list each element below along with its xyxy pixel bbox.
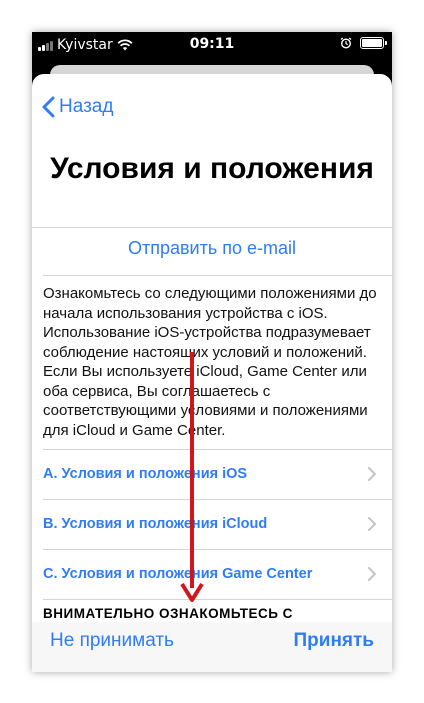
alarm-icon — [340, 37, 352, 49]
send-email-link[interactable]: Отправить по e-mail — [32, 238, 392, 259]
phone-screen: Kyivstar 09:11 Назад Условия и положения… — [32, 32, 392, 672]
divider — [32, 227, 392, 228]
clock: 09:11 — [189, 36, 235, 52]
section-game-center-terms[interactable]: C. Условия и положения Game Center — [32, 549, 392, 599]
chevron-right-icon — [368, 467, 376, 481]
chevron-right-icon — [368, 517, 376, 531]
battery-icon — [360, 37, 387, 49]
status-right — [340, 37, 387, 49]
chevron-right-icon — [368, 567, 376, 581]
divider — [43, 599, 392, 600]
status-bar: Kyivstar 09:11 — [32, 32, 392, 58]
section-label: A. Условия и положения iOS — [43, 466, 248, 482]
back-label: Назад — [59, 96, 114, 117]
terms-intro-text: Ознакомьтесь со следующими положениями д… — [43, 285, 377, 439]
notice-heading: ВНИМАТЕЛЬНО ОЗНАКОМЬТЕСЬ С — [43, 606, 293, 621]
accept-button[interactable]: Принять — [294, 630, 375, 652]
bottom-toolbar: Не принимать Принять — [32, 622, 392, 672]
chevron-left-icon — [42, 96, 55, 118]
section-label: C. Условия и положения Game Center — [43, 566, 313, 582]
back-button[interactable]: Назад — [42, 96, 113, 118]
section-label: B. Условия и положения iCloud — [43, 516, 268, 532]
decline-button[interactable]: Не принимать — [50, 630, 174, 652]
divider — [43, 275, 392, 276]
section-ios-terms[interactable]: A. Условия и положения iOS — [32, 449, 392, 499]
section-icloud-terms[interactable]: B. Условия и положения iCloud — [32, 499, 392, 549]
page-title: Условия и положения — [50, 152, 374, 185]
terms-sheet: Назад Условия и положения Отправить по e… — [32, 74, 392, 672]
